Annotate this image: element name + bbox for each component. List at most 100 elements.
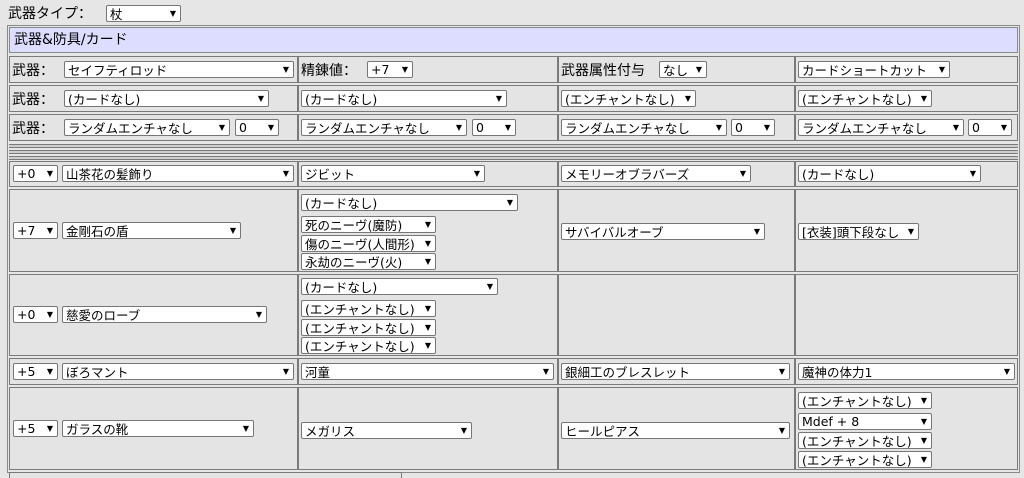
costume-lower-select[interactable]: [衣装]頭下段なし ▼ xyxy=(798,223,919,240)
shoes-item-select[interactable]: ガラスの靴 ▼ xyxy=(62,420,254,437)
chevron-down-icon: ▼ xyxy=(920,417,927,426)
garment-item-select[interactable]: ぼろマント ▼ xyxy=(62,363,294,380)
head-mid-select[interactable]: メモリーオブラバーズ ▼ xyxy=(561,165,751,182)
weapon-type-select[interactable]: 杖 ▼ xyxy=(106,5,181,22)
chevron-down-icon: ▼ xyxy=(169,9,176,18)
weapon-card1-select[interactable]: (カードなし) ▼ xyxy=(64,90,269,107)
divider xyxy=(9,144,298,148)
accessory2-select[interactable]: 銀細工のブレスレット ▼ xyxy=(561,363,790,380)
chevron-down-icon: ▼ xyxy=(257,94,264,103)
head-low-select[interactable]: (カードなし) ▼ xyxy=(798,165,981,182)
weapon-card3-select[interactable]: (エンチャントなし) ▼ xyxy=(561,90,696,107)
head-refine-select[interactable]: +0 ▼ xyxy=(13,165,58,182)
shield-item-select[interactable]: 金剛石の盾 ▼ xyxy=(62,222,241,239)
chevron-down-icon: ▼ xyxy=(778,367,785,376)
divider xyxy=(298,144,558,148)
shield-option3-select[interactable]: 永劫のニーヴ(火) ▼ xyxy=(301,253,436,270)
accessory-select[interactable]: サバイバルオーブ ▼ xyxy=(561,223,765,240)
shoes-option3-select[interactable]: (エンチャントなし) ▼ xyxy=(798,432,932,449)
divider xyxy=(795,150,1018,154)
random-enchant3-value[interactable]: 0 ▼ xyxy=(731,119,775,136)
shoes-refine-select[interactable]: +5 ▼ xyxy=(13,420,58,437)
chevron-down-icon: ▼ xyxy=(282,65,289,74)
garment-refine-select[interactable]: +5 ▼ xyxy=(13,363,58,380)
chevron-down-icon: ▼ xyxy=(695,65,702,74)
garment-card-select[interactable]: 河童 ▼ xyxy=(301,363,554,380)
random-enchant3-select[interactable]: ランダムエンチャなし ▼ xyxy=(561,119,727,136)
shield-option2-select[interactable]: 傷のニーヴ(人間形) ▼ xyxy=(301,235,436,252)
cell xyxy=(558,274,795,356)
element-label: 武器属性付与 xyxy=(561,63,645,79)
chevron-down-icon: ▼ xyxy=(1000,123,1007,132)
refine-label: 精錬値： xyxy=(301,63,357,79)
section-title: 武器&防具/カード xyxy=(9,27,1018,53)
divider xyxy=(9,150,298,154)
element-select[interactable]: なし ▼ xyxy=(659,61,707,78)
random-enchant2-select[interactable]: ランダムエンチャなし ▼ xyxy=(301,119,467,136)
chevron-down-icon: ▼ xyxy=(424,239,431,248)
chevron-down-icon: ▼ xyxy=(504,123,511,132)
chevron-down-icon: ▼ xyxy=(282,169,289,178)
random-enchant4-value[interactable]: 0 ▼ xyxy=(968,119,1012,136)
chevron-down-icon: ▼ xyxy=(506,198,513,207)
chevron-down-icon: ▼ xyxy=(952,123,959,132)
shoes-option2-select[interactable]: Mdef + 8 ▼ xyxy=(798,413,932,430)
weapon-card-label: 武器： xyxy=(12,92,54,108)
weapon-enchant-label: 武器： xyxy=(12,121,54,137)
chevron-down-icon: ▼ xyxy=(920,396,927,405)
weapon-card4-select[interactable]: (エンチャントなし) ▼ xyxy=(798,90,932,107)
chevron-down-icon: ▼ xyxy=(267,123,274,132)
armor-card-select[interactable]: (カードなし) ▼ xyxy=(301,278,498,295)
chevron-down-icon: ▼ xyxy=(424,220,431,229)
accessory3-select[interactable]: ヒールピアス ▼ xyxy=(561,422,790,439)
divider xyxy=(298,156,558,160)
divider xyxy=(795,144,1018,148)
chevron-down-icon: ▼ xyxy=(486,282,493,291)
chevron-down-icon: ▼ xyxy=(229,226,236,235)
enchant-select[interactable]: 魔神の体力1 ▼ xyxy=(798,363,1015,380)
shield-option1-select[interactable]: 死のニーヴ(魔防) ▼ xyxy=(301,216,436,233)
armor-option3-select[interactable]: (エンチャントなし) ▼ xyxy=(301,337,436,354)
chevron-down-icon: ▼ xyxy=(424,257,431,266)
chevron-down-icon: ▼ xyxy=(46,424,53,433)
chevron-down-icon: ▼ xyxy=(969,169,976,178)
chevron-down-icon: ▼ xyxy=(424,323,431,332)
head-item-select[interactable]: 山茶花の髪飾り ▼ xyxy=(62,165,294,182)
chevron-down-icon: ▼ xyxy=(473,169,480,178)
chevron-down-icon: ▼ xyxy=(424,304,431,313)
chevron-down-icon: ▼ xyxy=(282,367,289,376)
head-card-select[interactable]: ジビット ▼ xyxy=(301,165,485,182)
random-enchant4-select[interactable]: ランダムエンチャなし ▼ xyxy=(798,119,964,136)
refine-select[interactable]: +7 ▼ xyxy=(367,61,413,78)
chevron-down-icon: ▼ xyxy=(753,227,760,236)
weapon-select[interactable]: セイフティロッド ▼ xyxy=(64,61,294,78)
chevron-down-icon: ▼ xyxy=(778,426,785,435)
chevron-down-icon: ▼ xyxy=(46,226,53,235)
cell xyxy=(795,274,1018,356)
chevron-down-icon: ▼ xyxy=(920,94,927,103)
chevron-down-icon: ▼ xyxy=(218,123,225,132)
weapon-label: 武器： xyxy=(12,63,54,79)
shoes-option1-select[interactable]: (エンチャントなし) ▼ xyxy=(798,392,932,409)
armor-item-select[interactable]: 慈愛のローブ ▼ xyxy=(62,306,267,323)
weapon-card2-select[interactable]: (カードなし) ▼ xyxy=(301,90,507,107)
armor-option1-select[interactable]: (エンチャントなし) ▼ xyxy=(301,300,436,317)
random-enchant1-select[interactable]: ランダムエンチャなし ▼ xyxy=(64,119,230,136)
random-enchant2-value[interactable]: 0 ▼ xyxy=(472,119,516,136)
shoes-option4-select[interactable]: (エンチャントなし) ▼ xyxy=(798,451,932,468)
divider xyxy=(795,156,1018,160)
weapon-type-label: 武器タイプ： xyxy=(8,6,92,22)
shield-card-select[interactable]: (カードなし) ▼ xyxy=(301,194,518,211)
chevron-down-icon: ▼ xyxy=(684,94,691,103)
divider xyxy=(298,150,558,154)
armor-refine-select[interactable]: +0 ▼ xyxy=(13,306,58,323)
shield-refine-select[interactable]: +7 ▼ xyxy=(13,222,58,239)
chevron-down-icon: ▼ xyxy=(46,310,53,319)
shoes-card-select[interactable]: メガリス ▼ xyxy=(301,422,472,439)
armor-option2-select[interactable]: (エンチャントなし) ▼ xyxy=(301,319,436,336)
chevron-down-icon: ▼ xyxy=(424,341,431,350)
chevron-down-icon: ▼ xyxy=(46,169,53,178)
card-shortcut-select[interactable]: カードショートカット ▼ xyxy=(798,61,950,78)
random-enchant1-value[interactable]: 0 ▼ xyxy=(235,119,279,136)
next-panel-edge xyxy=(9,472,402,478)
